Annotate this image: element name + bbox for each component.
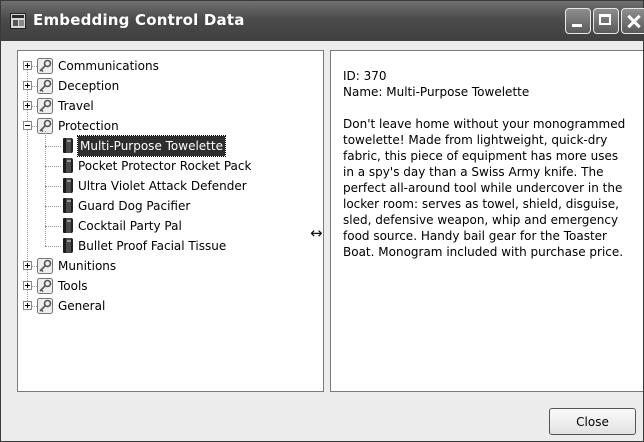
- book-icon: [63, 198, 73, 213]
- tree-node-label: Tools: [58, 279, 88, 293]
- book-icon: [63, 158, 73, 173]
- tree-node-label: Pocket Protector Rocket Pack: [78, 159, 252, 173]
- detail-pane: ID: 370 Name: Multi-Purpose Towelette Do…: [330, 50, 643, 392]
- key-icon: [37, 258, 53, 274]
- window-title: Embedding Control Data: [33, 11, 245, 29]
- app-icon[interactable]: [10, 13, 26, 29]
- key-icon: [37, 98, 53, 114]
- tree-node-label: Travel: [58, 99, 94, 113]
- detail-text: ID: 370 Name: Multi-Purpose Towelette Do…: [343, 68, 627, 276]
- tree-node-label: Protection: [58, 119, 119, 133]
- main-window: Embedding Control Data Communications Dec…: [0, 0, 644, 442]
- book-icon: [63, 178, 73, 193]
- title-bar[interactable]: Embedding Control Data: [1, 1, 644, 41]
- category-tree[interactable]: Communications Deception Travel Protection M…: [17, 50, 324, 392]
- detail-id: ID: 370: [343, 69, 387, 83]
- tree-node-label: Ultra Violet Attack Defender: [78, 179, 247, 193]
- key-icon: [37, 298, 53, 314]
- tree-node-label: Multi-Purpose Towelette: [77, 135, 226, 157]
- tree-node-label: Munitions: [58, 259, 117, 273]
- tree-node-label: Cocktail Party Pal: [78, 219, 182, 233]
- key-icon: [37, 58, 53, 74]
- collapse-icon[interactable]: [23, 121, 32, 130]
- key-icon: [37, 78, 53, 94]
- splitter-resize-icon[interactable]: ↔: [310, 223, 323, 243]
- minimize-button[interactable]: [565, 8, 591, 34]
- expand-icon[interactable]: [23, 301, 32, 310]
- expand-icon[interactable]: [23, 281, 32, 290]
- close-window-button[interactable]: [621, 8, 644, 34]
- tree-node-label: Deception: [58, 79, 120, 93]
- book-icon: [63, 218, 73, 233]
- close-button[interactable]: Close: [549, 408, 636, 435]
- tree-node-label: Communications: [58, 59, 159, 73]
- expand-icon[interactable]: [23, 261, 32, 270]
- expand-icon[interactable]: [23, 101, 32, 110]
- detail-name: Name: Multi-Purpose Towelette: [343, 85, 530, 99]
- expand-icon[interactable]: [23, 81, 32, 90]
- tree-node-label: Guard Dog Pacifier: [78, 199, 191, 213]
- expand-icon[interactable]: [23, 61, 32, 70]
- book-icon: [63, 138, 73, 153]
- tree-node-label: General: [58, 299, 106, 313]
- maximize-button[interactable]: [593, 8, 619, 34]
- tree-node-label: Bullet Proof Facial Tissue: [78, 239, 227, 253]
- book-icon: [63, 238, 73, 253]
- detail-description: Don't leave home without your monogramme…: [343, 117, 626, 259]
- key-icon: [37, 278, 53, 294]
